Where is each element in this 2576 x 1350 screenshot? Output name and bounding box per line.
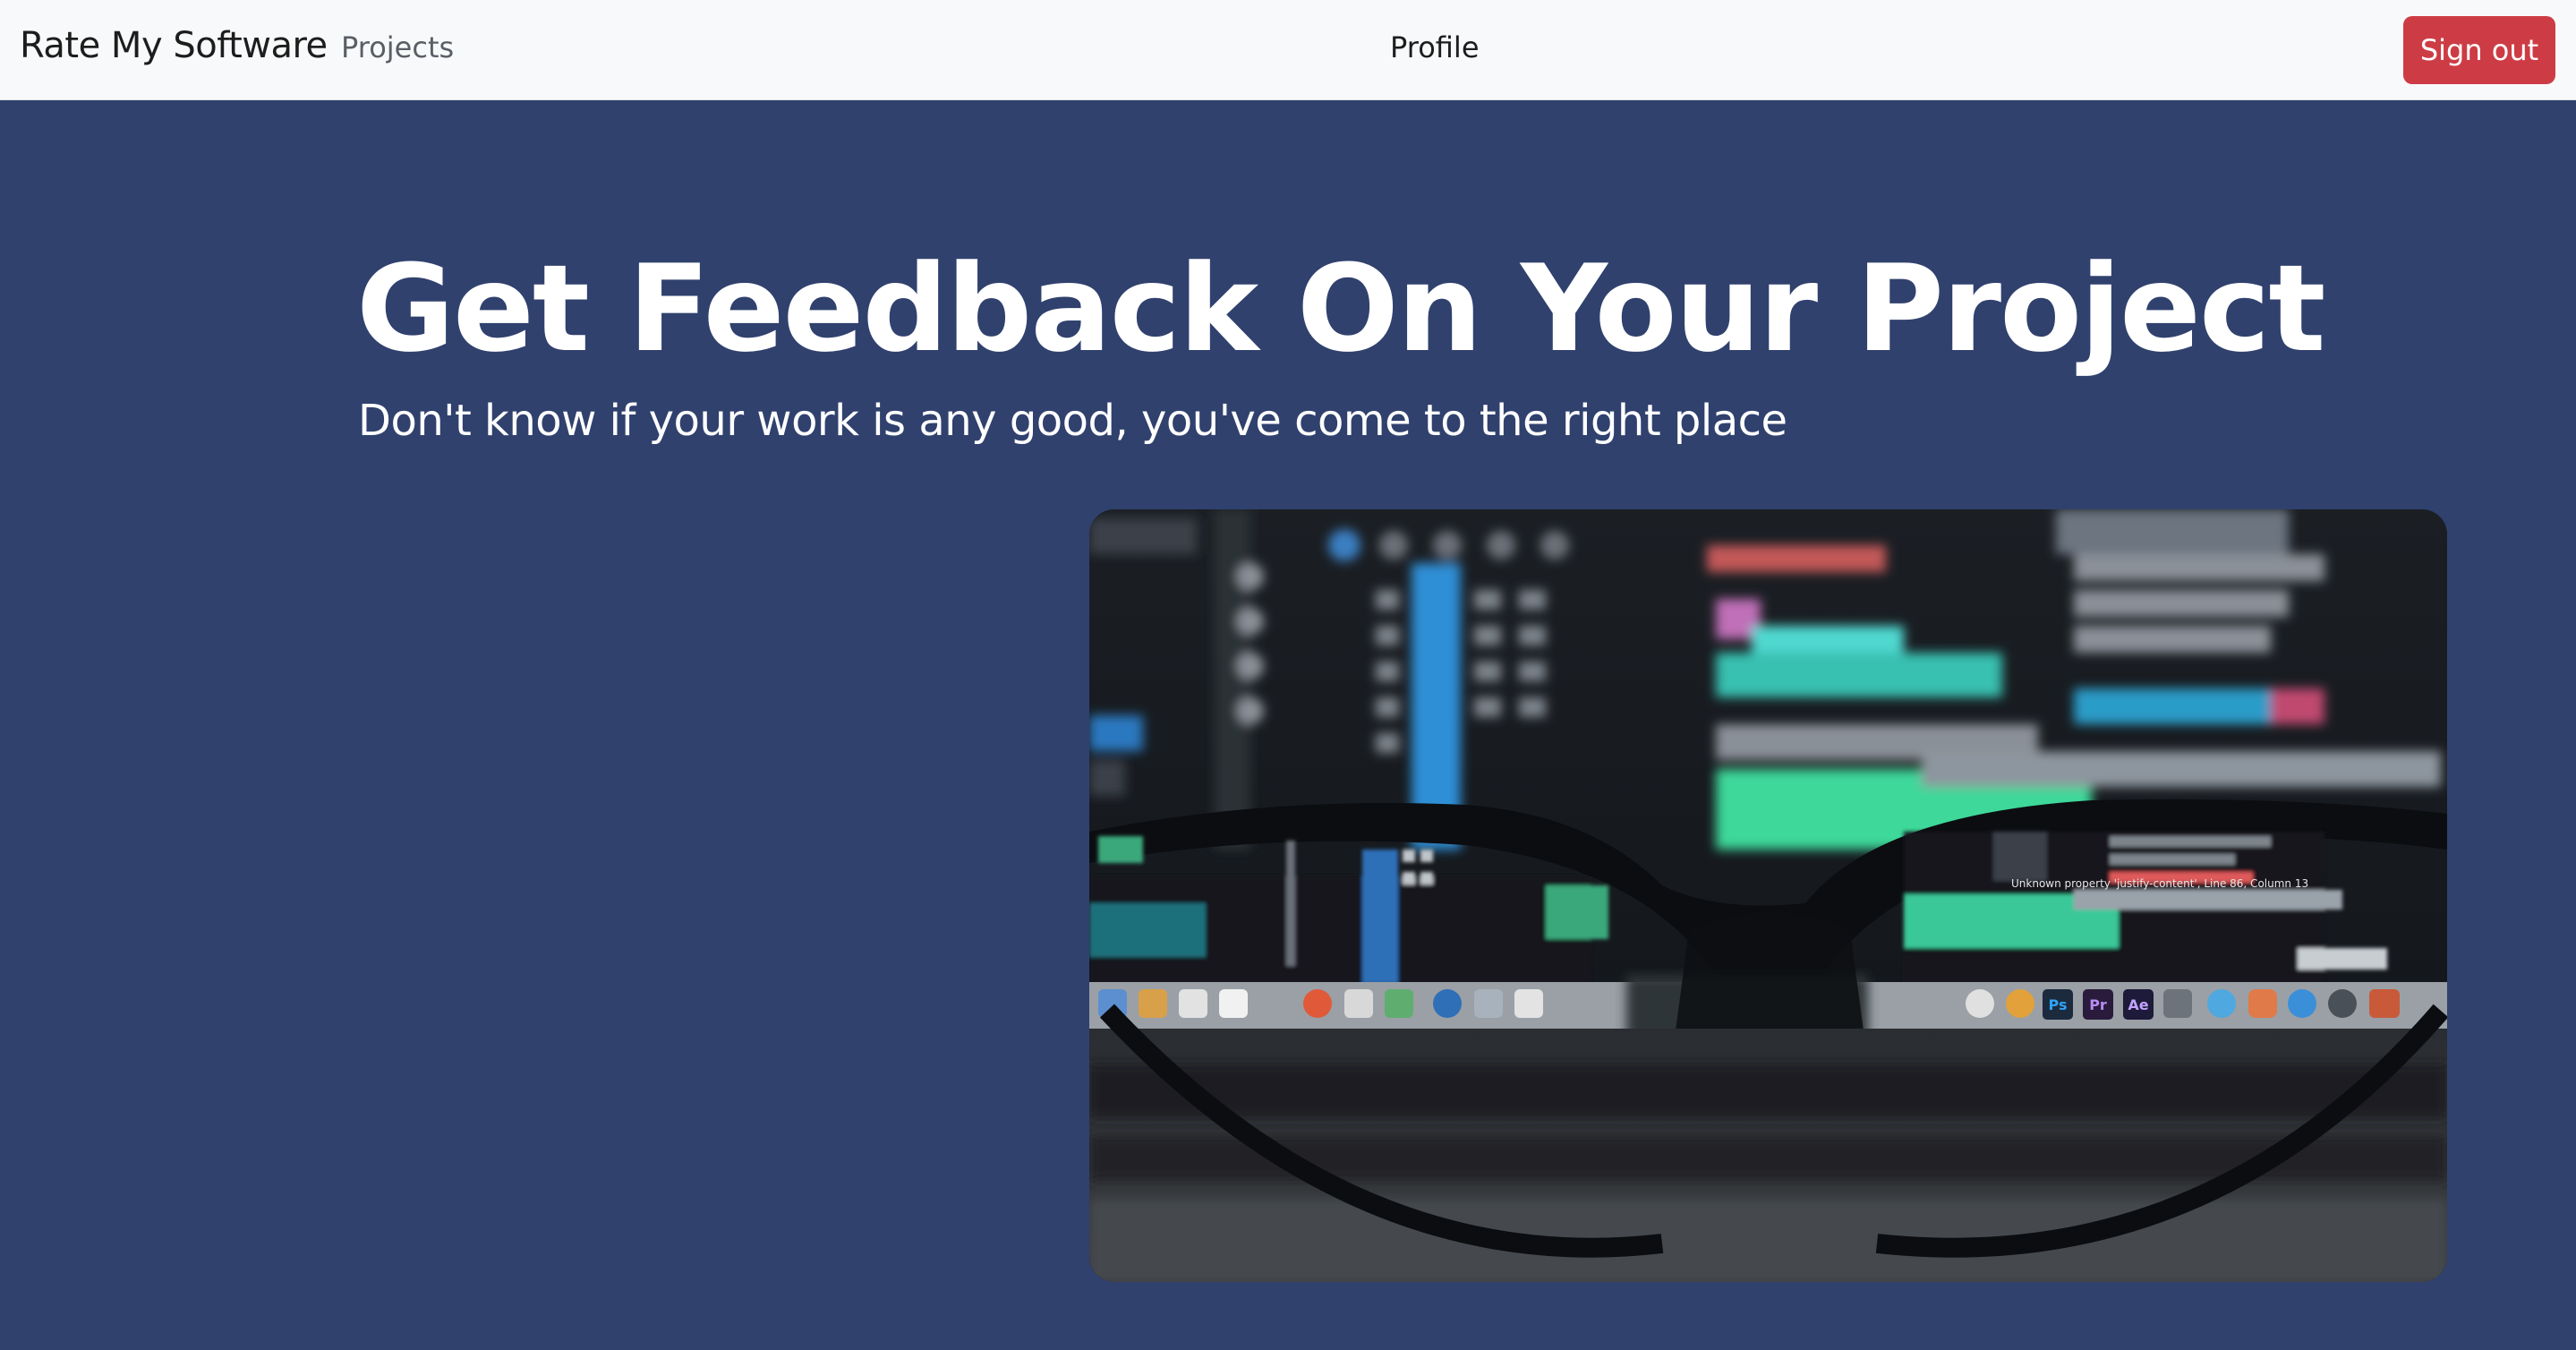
hero-title: Get Feedback On Your Project bbox=[356, 239, 2325, 379]
nav-link-projects[interactable]: Projects bbox=[341, 30, 454, 64]
nav-link-profile[interactable]: Profile bbox=[1390, 30, 1480, 64]
brand-link[interactable]: Rate My Software bbox=[20, 25, 328, 66]
hero-image-glasses-code: Unknown property 'justify-content', Line… bbox=[1089, 509, 2447, 1282]
sign-out-button[interactable]: Sign out bbox=[2403, 16, 2555, 84]
top-navbar: Rate My Software Projects Profile Sign o… bbox=[0, 0, 2576, 100]
hero-subtitle: Don't know if your work is any good, you… bbox=[358, 396, 1787, 446]
editor-error-tooltip: Unknown property 'justify-content', Line… bbox=[2011, 877, 2308, 890]
premiere-dock-icon: Pr bbox=[2089, 996, 2107, 1013]
photoshop-dock-icon: Ps bbox=[2049, 996, 2068, 1013]
after-effects-dock-icon: Ae bbox=[2128, 996, 2148, 1013]
